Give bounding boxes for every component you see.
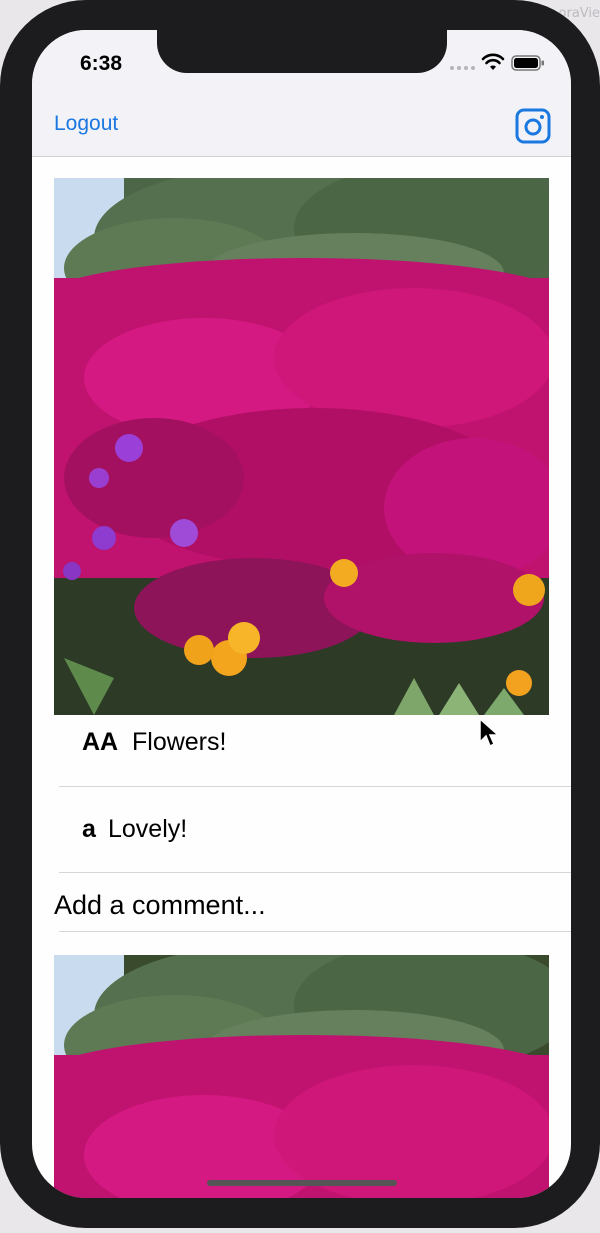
- divider: [59, 786, 571, 787]
- caption-text: Flowers!: [132, 728, 227, 756]
- comment-text: Lovely!: [108, 815, 188, 843]
- post-image: [54, 955, 549, 1198]
- cellular-signal-icon: [450, 66, 475, 70]
- device-bezel: 6:38 Logout AA Flowers! a Lovely! Add a …: [0, 0, 600, 1228]
- app-screen: 6:38 Logout AA Flowers! a Lovely! Add a …: [32, 30, 571, 1198]
- battery-icon: [511, 55, 544, 71]
- divider: [59, 872, 571, 873]
- wifi-icon: [481, 53, 505, 70]
- caption-username[interactable]: AA: [82, 728, 118, 757]
- comment-username[interactable]: a: [82, 815, 96, 844]
- mouse-pointer-icon: [479, 718, 499, 748]
- camera-icon[interactable]: [515, 108, 551, 144]
- navigation-bar: Logout: [32, 102, 571, 157]
- home-indicator[interactable]: [207, 1180, 397, 1186]
- post-image: [54, 178, 549, 715]
- status-time: 6:38: [80, 52, 123, 75]
- device-notch: [157, 30, 447, 73]
- logout-button[interactable]: Logout: [54, 112, 118, 136]
- divider: [59, 931, 571, 932]
- add-comment-input[interactable]: [54, 885, 554, 925]
